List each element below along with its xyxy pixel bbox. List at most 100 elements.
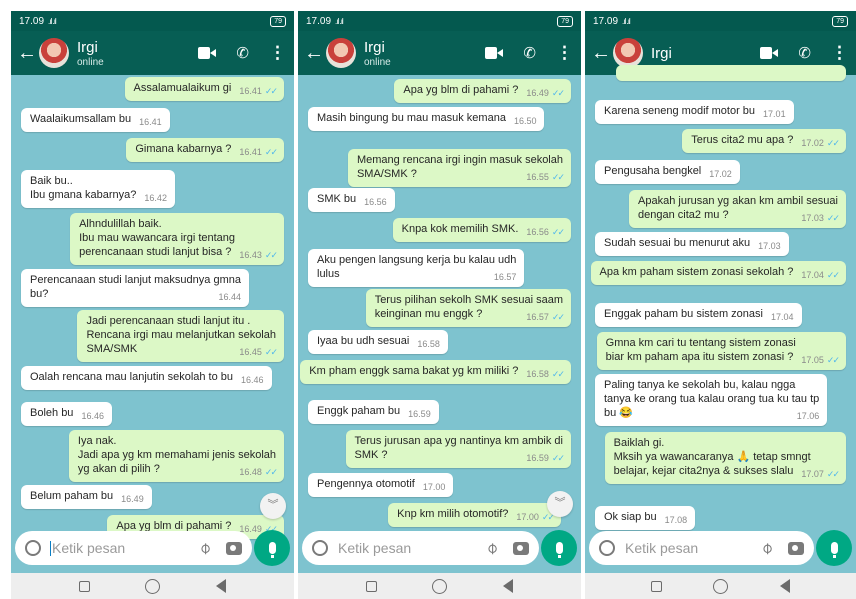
message-bubble-sent[interactable]: Apa yg blm di pahami ? 16.49 ✓✓ [394,79,571,103]
more-options-icon[interactable]: ⋮ [269,43,286,63]
attach-icon[interactable]: ⌀ [757,538,778,559]
nav-back-icon[interactable] [216,579,227,593]
attach-icon[interactable]: ⌀ [195,538,216,559]
contact-info[interactable]: Irgi online [77,39,104,68]
contact-name: Irgi [364,38,385,56]
more-options-icon[interactable]: ⋮ [831,43,848,63]
status-bar: 17.09 .ıl .ıl 79 [298,11,581,31]
message-bubble-received[interactable]: Pengusaha bengkel 17.02 [595,160,740,184]
message-time: 16.46 [81,411,104,421]
video-call-icon[interactable] [485,47,504,59]
read-ticks-icon: ✓✓ [264,347,278,357]
emoji-icon[interactable] [599,540,615,556]
message-bubble-received[interactable]: Enggk paham bu 16.59 [308,400,439,424]
mic-button[interactable] [541,530,577,566]
message-bubble-received[interactable]: Iyaa bu udh sesuai 16.58 [308,330,448,354]
recents-icon[interactable] [650,580,662,592]
phone-call-icon[interactable]: ✆ [798,44,811,62]
message-time: 17.02 [801,138,824,148]
message-bubble-received[interactable]: Belum paham bu 16.49 [21,485,152,509]
camera-icon[interactable] [226,541,242,555]
avatar[interactable] [39,38,69,68]
message-bubble-sent[interactable]: Apakah jurusan yg akan km ambil sesuai d… [629,190,846,228]
message-input[interactable]: Ketik pesan [625,540,698,556]
contact-status: online [364,56,391,68]
message-bubble-received[interactable]: Karena seneng modif motor bu 17.01 [595,100,794,124]
message-bubble-sent[interactable]: Assalamualaikum gi 16.41 ✓✓ [124,77,284,101]
message-bubble-sent[interactable]: Km pham enggk sama bakat yg km miliki ? 1… [300,360,571,384]
message-bubble-received[interactable]: Masih bingung bu mau masuk kemana 16.50 [308,107,545,131]
message-input[interactable]: Ketik pesan [338,540,411,556]
message-input-bar[interactable]: Ketik pesan ⌀ [589,531,814,565]
mic-button[interactable] [254,530,290,566]
message-bubble-received[interactable]: SMK bu 16.56 [308,188,395,212]
home-icon[interactable] [432,578,448,594]
message-text: Assalamualaikum gi [133,82,232,94]
emoji-icon[interactable] [312,540,328,556]
message-bubble-sent[interactable]: Terus jurusan apa yg nantinya km ambik d… [345,430,571,468]
message-bubble-sent[interactable]: Terus pilihan sekolh SMK sesuai saam kei… [365,289,571,327]
message-bubble-received[interactable]: Baik bu.. Ibu gmana kabarnya? 16.42 [21,170,175,208]
message-bubble-sent[interactable]: Baiklah gi. Mksih ya wawancaranya 🙏 teta… [604,432,846,484]
phone-call-icon[interactable]: ✆ [236,44,249,62]
camera-icon[interactable] [788,541,804,555]
message-bubble-sent[interactable]: Knp km milih otomotif? 17.00 ✓✓ [388,503,561,527]
contact-info[interactable]: Irgi online [364,39,391,68]
video-call-icon[interactable] [760,47,779,59]
more-options-icon[interactable]: ⋮ [556,43,573,63]
message-bubble-received[interactable]: Waalaikumsallam bu 16.41 [21,108,170,132]
message-input-bar[interactable]: Ketik pesan ⌀ [15,531,252,565]
message-input[interactable]: Ketik pesan [52,540,125,556]
camera-icon[interactable] [513,541,529,555]
back-arrow-icon[interactable]: ← [304,42,324,65]
message-bubble-received[interactable]: Boleh bu 16.46 [21,402,112,426]
avatar[interactable] [326,38,356,68]
video-call-icon[interactable] [198,47,217,59]
message-bubble-sent[interactable]: Alhndulillah baik. Ibu mau wawancara irg… [70,213,284,265]
system-nav-bar [11,573,294,599]
message-bubble-sent[interactable]: Jadi perencanaan studi lanjut itu . Renc… [77,310,284,362]
nav-back-icon[interactable] [503,579,514,593]
back-arrow-icon[interactable]: ← [591,42,611,65]
home-icon[interactable] [145,578,161,594]
avatar[interactable] [613,38,643,68]
message-bubble-received[interactable]: Enggak paham bu sistem zonasi 17.04 [595,303,802,327]
home-icon[interactable] [713,578,729,594]
message-bubble-received[interactable]: Oalah rencana mau lanjutin sekolah to bu… [21,366,272,390]
message-time: 16.41 [239,86,262,96]
scroll-down-button[interactable]: ︾ [260,493,286,519]
message-bubble-sent[interactable]: Gmna km cari tu tentang sistem zonasi bi… [596,332,846,370]
message-bubble-sent[interactable]: Iya nak. Jadi apa yg km memahami jenis s… [68,430,284,482]
message-bubble-received[interactable]: Sudah sesuai bu menurut aku 17.03 [595,232,789,256]
message-bubble-received[interactable]: Paling tanya ke sekolah bu, kalau ngga t… [595,374,828,426]
message-text: Km pham enggk sama bakat yg km miliki ? [309,365,519,377]
attach-icon[interactable]: ⌀ [482,538,503,559]
message-bubble-sent[interactable]: Terus cita2 mu apa ? 17.02 ✓✓ [682,129,846,153]
message-bubble-received[interactable]: Perencanaan studi lanjut maksudnya gmna … [21,269,249,307]
message-bubble-sent[interactable]: Gimana kabarnya ? 16.41 ✓✓ [126,138,284,162]
contact-info[interactable]: Irgi [651,45,672,62]
message-input-bar[interactable]: Ketik pesan ⌀ [302,531,539,565]
message-bubble-received[interactable]: Pengennya otomotif 17.00 [308,473,454,497]
message-bubble-received[interactable]: Aku pengen langsung kerja bu kalau udh l… [308,249,525,287]
recents-icon[interactable] [78,580,90,592]
message-text: Iyaa bu udh sesuai [317,335,410,347]
message-time: 17.01 [763,109,786,119]
message-bubble-sent[interactable]: Knpa kok memilih SMK. 16.56 ✓✓ [392,218,571,242]
scroll-down-button[interactable]: ︾ [547,491,573,517]
back-arrow-icon[interactable]: ← [17,42,37,65]
message-time: 17.02 [709,169,732,179]
message-text: Alhndulillah baik. Ibu mau wawancara irg… [79,218,236,258]
read-ticks-icon: ✓✓ [826,469,840,479]
message-bubble-sent[interactable]: Apa km paham sistem zonasi sekolah ? 17.0… [590,261,846,285]
emoji-icon[interactable] [25,540,41,556]
phone-call-icon[interactable]: ✆ [523,44,536,62]
recents-icon[interactable] [365,580,377,592]
message-text: SMK bu [317,193,357,205]
message-text: Baik bu.. Ibu gmana kabarnya? [30,175,137,201]
message-time: 16.46 [241,375,264,385]
nav-back-icon[interactable] [780,579,791,593]
message-bubble-sent[interactable]: Memang rencana irgi ingin masuk sekolah … [347,149,571,187]
message-bubble-received[interactable]: Ok siap bu 17.08 [595,506,696,530]
mic-button[interactable] [816,530,852,566]
